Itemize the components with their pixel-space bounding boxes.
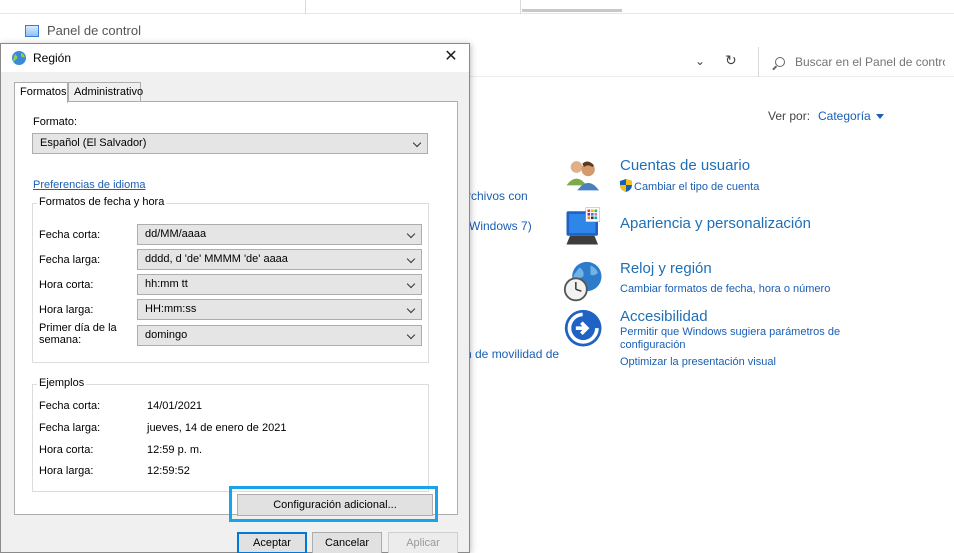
chevron-down-icon [406,279,416,289]
address-bar: ⌄ ↻ [460,47,954,77]
chevron-down-icon [406,229,416,239]
first-day-label-line2: semana: [39,334,82,346]
category-title[interactable]: Cuentas de usuario [620,157,750,174]
shield-icon [620,179,632,192]
chevron-down-icon [406,304,416,314]
datetime-formats-group: Formatos de fecha y hora Fecha corta: dd… [32,196,429,363]
example-label: Fecha corta: [39,400,101,412]
search-box[interactable] [758,47,954,77]
long-time-select[interactable]: HH:mm:ss [137,299,422,320]
tab-formats[interactable]: Formatos [14,82,68,103]
first-day-value: domingo [145,329,188,341]
dropdown-arrow-icon [875,114,884,120]
monitor-palette-icon [566,207,600,245]
chevron-down-icon [412,138,422,148]
category-clock-region: Reloj y región Cambiar formatos de fecha… [563,260,953,304]
first-day-label-line1: Primer día de la [39,322,117,334]
short-date-label: Fecha corta: [39,229,101,241]
refresh-icon[interactable]: ↻ [725,52,737,69]
highlight-box [229,486,438,522]
example-value: 12:59 p. m. [147,444,203,456]
top-strip [0,0,954,14]
long-date-value: dddd, d 'de' MMMM 'de' aaaa [145,253,288,265]
apply-button[interactable]: Aplicar [388,532,458,553]
scroll-thumb[interactable] [522,9,622,12]
example-label: Hora larga: [39,465,94,477]
globe-icon [12,51,26,65]
format-label: Formato: [33,116,78,128]
chevron-down-icon [406,254,416,264]
example-label: Hora corta: [39,444,94,456]
group-legend: Ejemplos [37,377,87,389]
category-link[interactable]: Cambiar formatos de fecha, hora o número [620,283,830,296]
short-time-label: Hora corta: [39,279,94,291]
accessibility-icon [564,309,602,347]
format-value: Español (El Salvador) [40,137,147,149]
short-time-value: hh:mm tt [145,278,188,290]
search-icon [775,57,785,67]
example-value: 12:59:52 [147,465,190,477]
group-legend: Formatos de fecha y hora [37,196,167,208]
long-date-label: Fecha larga: [39,254,101,266]
short-date-select[interactable]: dd/MM/aaaa [137,224,422,245]
region-dialog: Región ✕ Formatos Administrativo Formato… [0,43,470,553]
dialog-title: Región [33,51,72,65]
dialog-titlebar[interactable]: Región ✕ [1,44,469,72]
category-user-accounts: Cuentas de usuario Cambiar el tipo de cu… [563,157,953,197]
partial-link-text[interactable]: rchivos con [467,189,528,203]
users-icon [566,161,599,191]
examples-group: Ejemplos Fecha corta: 14/01/2021 Fecha l… [32,377,429,492]
language-preferences-link[interactable]: Preferencias de idioma [33,179,146,191]
chevron-down-icon[interactable]: ⌄ [695,54,705,68]
category-title[interactable]: Reloj y región [620,260,712,277]
category-title[interactable]: Apariencia y personalización [620,215,811,232]
partial-link-text[interactable]: n de movilidad de [465,347,559,361]
tab-administrative[interactable]: Administrativo [68,82,143,102]
partial-link-text[interactable]: Windows 7) [469,219,532,233]
category-title[interactable]: Accesibilidad [620,308,708,325]
globe-clock-icon [563,261,602,302]
formats-panel: Formato: Español (El Salvador) Preferenc… [14,101,458,515]
long-date-select[interactable]: dddd, d 'de' MMMM 'de' aaaa [137,249,422,270]
ok-button[interactable]: Aceptar [237,532,307,553]
category-appearance: Apariencia y personalización [563,205,953,253]
category-link[interactable]: configuración [620,339,685,352]
view-by-dropdown[interactable]: Categoría [818,109,884,123]
category-link[interactable]: Permitir que Windows sugiera parámetros … [620,326,840,339]
category-link-text: Cambiar el tipo de cuenta [634,181,760,193]
format-select[interactable]: Español (El Salvador) [32,133,428,154]
search-input[interactable] [795,55,945,69]
short-time-select[interactable]: hh:mm tt [137,274,422,295]
long-time-value: HH:mm:ss [145,303,197,315]
example-label: Fecha larga: [39,422,101,434]
chevron-down-icon [406,330,416,340]
category-accessibility: Accesibilidad Permitir que Windows sugie… [563,308,953,372]
view-by-value: Categoría [818,109,871,123]
short-date-value: dd/MM/aaaa [145,228,207,240]
view-by-label: Ver por: [768,109,811,123]
cancel-button[interactable]: Cancelar [312,532,382,553]
control-panel-icon [25,24,39,37]
control-panel-title: Panel de control [47,23,141,38]
example-value: jueves, 14 de enero de 2021 [147,422,287,434]
first-day-select[interactable]: domingo [137,325,422,346]
category-link[interactable]: Cambiar el tipo de cuenta [620,179,759,194]
example-value: 14/01/2021 [147,400,203,412]
close-icon[interactable]: ✕ [441,47,461,67]
long-time-label: Hora larga: [39,304,94,316]
category-link[interactable]: Optimizar la presentación visual [620,356,776,369]
